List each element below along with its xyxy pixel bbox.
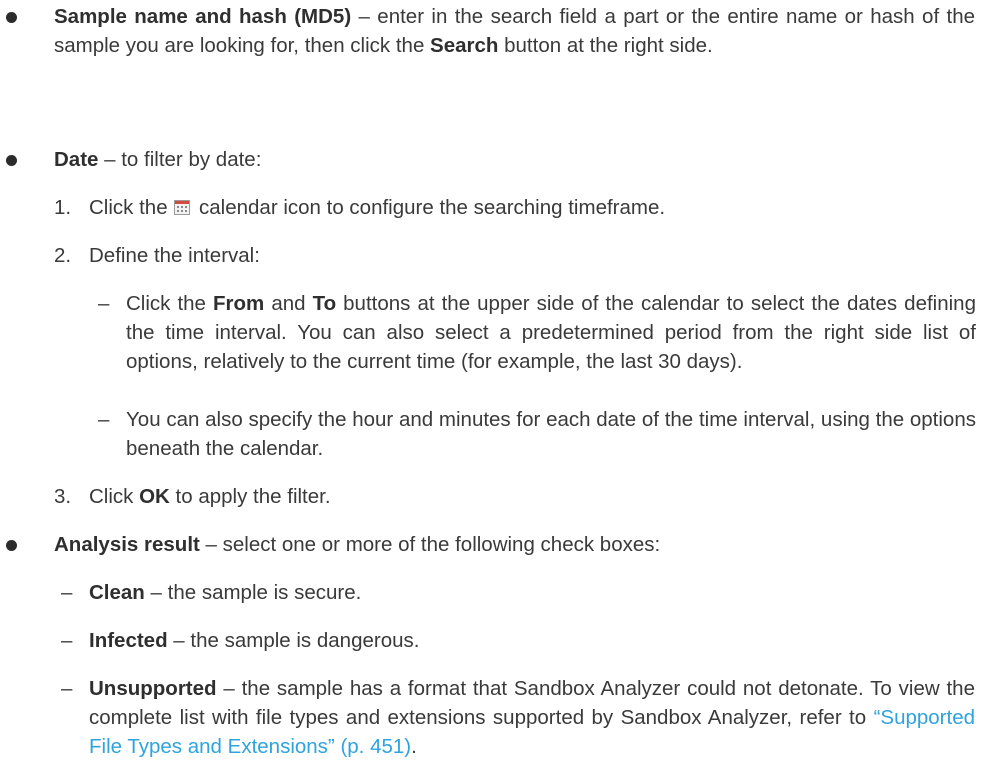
- bullet-text: – to filter by date:: [98, 148, 262, 171]
- document-page: Sample name and hash (MD5) – enter in th…: [0, 0, 987, 758]
- term-infected: Infected: [89, 629, 168, 652]
- term-clean: Clean: [89, 581, 145, 604]
- bullet-text-end: button at the right side.: [498, 34, 713, 57]
- dash-marker: –: [61, 677, 73, 700]
- step-2: Define the interval:: [89, 244, 260, 267]
- step-1: Click the calendar icon to configure the…: [89, 193, 975, 222]
- from-label: From: [213, 292, 265, 315]
- bullet-item-sample-name: Sample name and hash (MD5) – enter in th…: [54, 2, 975, 60]
- sub-text: Click the: [126, 292, 214, 315]
- sub-item-from-to: Click the From and To buttons at the upp…: [126, 289, 976, 376]
- result-item-infected: Infected – the sample is dangerous.: [89, 626, 975, 655]
- bullet-marker: [6, 155, 17, 166]
- step-number: 2.: [54, 244, 72, 267]
- calendar-icon: [174, 200, 191, 215]
- sub-item-hours: You can also specify the hour and minute…: [126, 408, 976, 460]
- bullet-marker: [6, 12, 17, 23]
- bullet-item-date: Date – to filter by date:: [54, 145, 975, 174]
- step-number: 1.: [54, 196, 72, 219]
- dash-marker: –: [61, 629, 73, 652]
- step-number: 3.: [54, 485, 72, 508]
- result-text: – the sample is dangerous.: [167, 629, 420, 652]
- result-item-unsupported: Unsupported – the sample has a format th…: [89, 674, 975, 761]
- result-item-clean: Clean – the sample is secure.: [89, 578, 975, 607]
- dash-marker: –: [98, 292, 110, 315]
- bullet-text: – select one or more of the following ch…: [199, 533, 661, 556]
- step-text: calendar icon to configure the searching…: [193, 196, 666, 219]
- search-label: Search: [430, 34, 499, 57]
- step-text: Click the: [89, 196, 174, 219]
- step-text: Click: [89, 485, 140, 508]
- bullet-marker: [6, 540, 17, 551]
- step-text: to apply the filter.: [169, 485, 331, 508]
- to-label: To: [312, 292, 337, 315]
- term-date: Date: [54, 148, 99, 171]
- ok-label: OK: [139, 485, 170, 508]
- term-analysis-result: Analysis result: [54, 533, 200, 556]
- sub-text: and: [264, 292, 313, 315]
- dash-marker: –: [61, 581, 73, 604]
- step-3: Click OK to apply the filter.: [89, 482, 975, 511]
- dash-marker: –: [98, 408, 110, 431]
- result-text: – the sample has a format that Sandbox A…: [89, 677, 975, 729]
- bullet-item-analysis-result: Analysis result – select one or more of …: [54, 530, 975, 559]
- result-text: .: [411, 735, 417, 758]
- term-sample-name: Sample name and hash (MD5): [54, 5, 352, 28]
- result-text: – the sample is secure.: [144, 581, 362, 604]
- term-unsupported: Unsupported: [89, 677, 217, 700]
